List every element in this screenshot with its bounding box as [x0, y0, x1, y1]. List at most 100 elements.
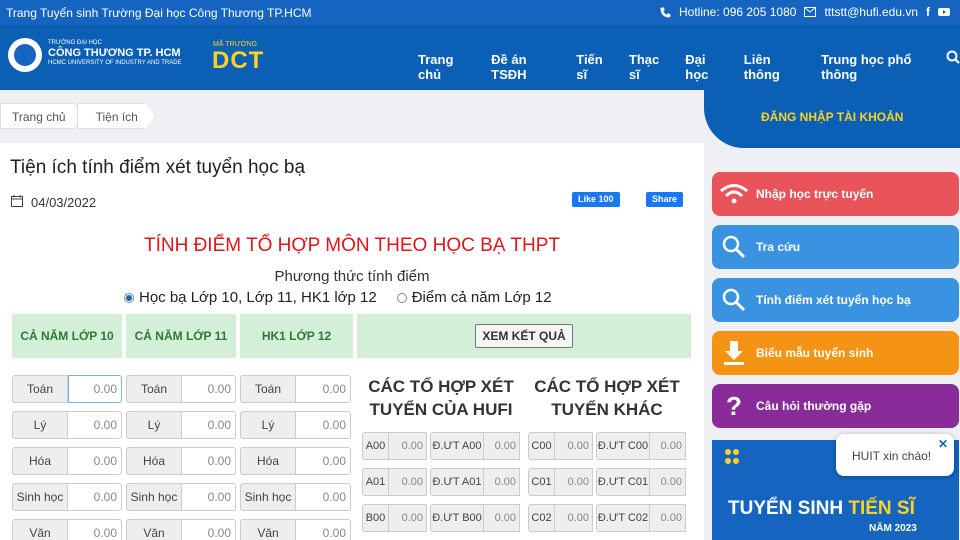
- combo-priority-value: 0.00: [650, 432, 686, 460]
- sidebar-btn-bieu-mau[interactable]: Biểu mẫu tuyển sinh: [712, 331, 959, 375]
- score-input[interactable]: 0.00: [182, 483, 236, 511]
- login-link[interactable]: ĐĂNG NHẬP TÀI KHOẢN: [761, 110, 903, 124]
- score-row: Lý 0.00: [240, 411, 351, 439]
- score-input[interactable]: 0.00: [68, 447, 122, 475]
- subject-label: Toán: [126, 375, 182, 403]
- nav-thpt[interactable]: Trung học phổ thông: [821, 52, 947, 82]
- score-row: Văn 0.00: [126, 519, 236, 540]
- score-input[interactable]: 0.00: [182, 519, 236, 540]
- facebook-icon[interactable]: f: [926, 5, 930, 19]
- logo-text: TRƯỜNG ĐẠI HỌC CÔNG THƯƠNG TP. HCM HCMC …: [48, 40, 182, 66]
- university-logo[interactable]: [8, 38, 42, 72]
- score-input[interactable]: 0.00: [182, 447, 236, 475]
- score-row: Toán 0.00: [126, 375, 236, 403]
- score-row: Sinh học 0.00: [12, 483, 122, 511]
- combo-value: 0.00: [389, 468, 427, 496]
- sidebar-btn-nhap-hoc[interactable]: Nhập học trực tuyến: [712, 172, 959, 216]
- score-input[interactable]: 0.00: [68, 375, 122, 403]
- radio-hoc-ba[interactable]: Học bạ Lớp 10, Lớp 11, HK1 lớp 12: [124, 289, 377, 306]
- subject-label: Hóa: [126, 447, 182, 475]
- col-header-lop10: CẢ NĂM LỚP 10: [12, 314, 122, 358]
- magnifier-icon: [712, 287, 756, 313]
- nav-lien-thong[interactable]: Liên thông: [744, 52, 808, 82]
- youtube-icon[interactable]: [938, 7, 950, 17]
- sidebar: Nhập học trực tuyến Tra cứu Tính điểm xé…: [704, 148, 960, 540]
- breadcrumb: Trang chủ Tiện ích: [0, 103, 149, 129]
- breadcrumb-home[interactable]: Trang chủ: [0, 103, 83, 129]
- score-input[interactable]: 0.00: [296, 411, 351, 439]
- score-row: Hóa 0.00: [126, 447, 236, 475]
- score-input[interactable]: 0.00: [68, 411, 122, 439]
- score-input[interactable]: 0.00: [68, 519, 122, 540]
- mail-icon: [804, 7, 817, 17]
- combo-cell: B00 0.00: [362, 504, 427, 532]
- nav-thac-si[interactable]: Thạc sĩ: [629, 52, 672, 82]
- main-nav: Trang chủ Đề án TSĐH Tiến sĩ Thạc sĩ Đại…: [418, 52, 960, 82]
- calendar-icon: [11, 195, 23, 210]
- combo-value: 0.00: [555, 468, 593, 496]
- facebook-share-button[interactable]: Share: [646, 192, 684, 207]
- breadcrumb-current[interactable]: Tiện ích: [77, 103, 155, 129]
- chat-widget[interactable]: HUIT xin chào! ✕: [836, 434, 954, 476]
- email-link[interactable]: tttstt@hufi.edu.vn: [824, 5, 918, 19]
- method-label: Phương thức tính điểm: [274, 268, 430, 285]
- radio-unchecked-icon[interactable]: [396, 292, 407, 303]
- combo-label: A00: [362, 432, 389, 460]
- combo-cell: C00 0.00: [528, 432, 593, 460]
- score-input[interactable]: 0.00: [296, 447, 351, 475]
- top-bar: Trang Tuyển sinh Trường Đại học Công Thư…: [0, 0, 960, 25]
- score-input[interactable]: 0.00: [182, 411, 236, 439]
- score-input[interactable]: 0.00: [296, 519, 351, 540]
- hufi-combos-title: CÁC TỔ HỢP XÉT TUYỂN CỦA HUFI: [368, 377, 514, 419]
- nav-dai-hoc[interactable]: Đại học: [685, 52, 730, 82]
- hotline[interactable]: Hotline: 096 205 1080: [679, 5, 796, 19]
- search-icon[interactable]: [946, 50, 960, 69]
- combo-value: 0.00: [389, 504, 427, 532]
- subject-label: Hóa: [240, 447, 296, 475]
- score-input[interactable]: 0.00: [296, 375, 351, 403]
- magnifier-icon: [712, 234, 756, 260]
- combo-label: C00: [528, 432, 555, 460]
- subject-label: Văn: [126, 519, 182, 540]
- combo-label: C01: [528, 468, 555, 496]
- school-code: DCT: [212, 47, 265, 74]
- combo-priority-value: 0.00: [650, 504, 686, 532]
- post-date: 04/03/2022: [11, 195, 96, 210]
- score-input[interactable]: 0.00: [296, 483, 351, 511]
- score-input[interactable]: 0.00: [182, 375, 236, 403]
- facebook-like-button[interactable]: Like 100: [572, 192, 620, 207]
- combo-value: 0.00: [389, 432, 427, 460]
- nav-home[interactable]: Trang chủ: [418, 52, 478, 82]
- combo-priority-value: 0.00: [650, 468, 686, 496]
- radio-checked-icon[interactable]: [124, 292, 134, 303]
- score-row: Văn 0.00: [240, 519, 351, 540]
- question-icon: ?: [726, 390, 742, 421]
- combo-priority-cell: Đ.ƯT A01 0.00: [430, 468, 520, 496]
- combo-priority-value: 0.00: [484, 468, 520, 496]
- sidebar-btn-tra-cuu[interactable]: Tra cứu: [712, 225, 959, 269]
- combo-priority-cell: Đ.ƯT C02 0.00: [596, 504, 686, 532]
- close-icon[interactable]: ✕: [938, 437, 948, 451]
- score-row: Lý 0.00: [126, 411, 236, 439]
- combo-value: 0.00: [555, 432, 593, 460]
- radio-ca-nam-12[interactable]: Điểm cả năm Lớp 12: [396, 289, 552, 306]
- sidebar-btn-faq[interactable]: ? Câu hỏi thường gặp: [712, 384, 959, 428]
- subject-label: Sinh học: [240, 483, 296, 511]
- combo-cell: C02 0.00: [528, 504, 593, 532]
- subject-label: Lý: [12, 411, 68, 439]
- dots-decoration-icon: [725, 449, 739, 464]
- subject-label: Toán: [240, 375, 296, 403]
- score-input[interactable]: 0.00: [68, 483, 122, 511]
- calculator-title: TÍNH ĐIỂM TỔ HỢP MÔN THEO HỌC BẠ THPT: [143, 235, 561, 256]
- subject-label: Lý: [126, 411, 182, 439]
- combo-priority-value: 0.00: [484, 504, 520, 532]
- view-result-button[interactable]: XEM KẾT QUẢ: [475, 324, 573, 348]
- combo-priority-cell: Đ.ƯT A00 0.00: [430, 432, 520, 460]
- combo-priority-label: Đ.ƯT A01: [430, 468, 484, 496]
- col-header-hk1-lop12: HK1 LỚP 12: [240, 314, 353, 358]
- method-radios: Học bạ Lớp 10, Lớp 11, HK1 lớp 12 Điểm c…: [124, 289, 552, 306]
- nav-tien-si[interactable]: Tiến sĩ: [576, 52, 616, 82]
- score-row: Toán 0.00: [240, 375, 351, 403]
- nav-de-an[interactable]: Đề án TSĐH: [491, 52, 563, 82]
- sidebar-btn-tinh-diem[interactable]: Tính điểm xét tuyển học bạ: [712, 278, 959, 322]
